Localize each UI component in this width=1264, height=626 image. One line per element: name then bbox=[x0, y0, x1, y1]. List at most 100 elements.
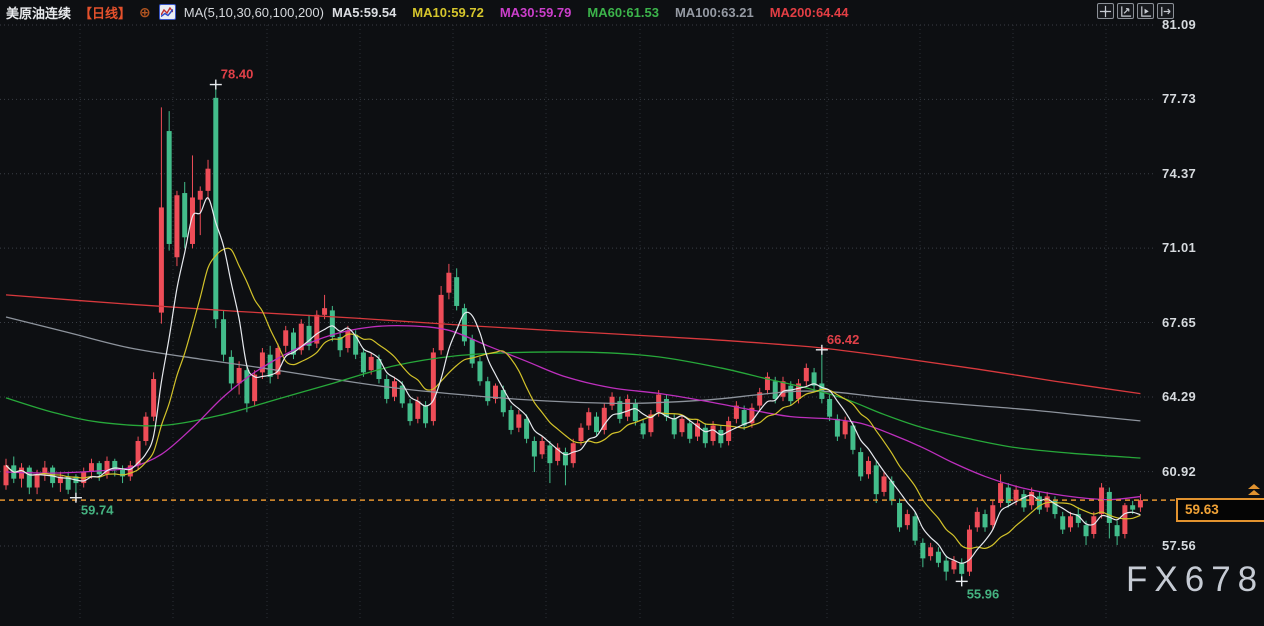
candle bbox=[392, 376, 397, 402]
candle bbox=[205, 159, 211, 200]
candle bbox=[897, 498, 903, 532]
candle bbox=[283, 325, 289, 353]
candle bbox=[904, 509, 910, 530]
candle bbox=[407, 398, 413, 426]
candle bbox=[213, 84, 219, 329]
candle bbox=[625, 394, 631, 422]
candle bbox=[19, 463, 25, 488]
candle bbox=[555, 443, 561, 466]
extreme-marker: 55.96 bbox=[955, 576, 999, 601]
candle bbox=[998, 474, 1004, 508]
candle bbox=[718, 425, 724, 448]
candle bbox=[757, 387, 763, 411]
axis-play-icon bbox=[1141, 5, 1152, 17]
candle bbox=[236, 361, 242, 395]
zoom-axis-play-button[interactable] bbox=[1137, 3, 1154, 19]
chart-header: 美原油连续 【日线】 ⊕ MA(5,10,30,60,100,200) MA5:5… bbox=[6, 2, 849, 22]
crosshair-button[interactable] bbox=[1097, 3, 1114, 19]
candle bbox=[912, 511, 918, 546]
candle bbox=[865, 456, 871, 479]
ma-value: MA100:63.21 bbox=[674, 4, 754, 20]
ma-params-label: MA(5,10,30,60,100,200) bbox=[183, 4, 324, 20]
y-axis-label: 74.37 bbox=[1162, 165, 1197, 181]
candle bbox=[827, 394, 833, 422]
crosshair-icon bbox=[1099, 5, 1112, 17]
candle bbox=[500, 385, 506, 417]
add-indicator-icon[interactable]: ⊕ bbox=[139, 5, 151, 19]
candle bbox=[329, 305, 335, 342]
extreme-price-label: 78.40 bbox=[221, 67, 254, 82]
ma-value: MA30:59.79 bbox=[499, 4, 572, 20]
candle bbox=[259, 348, 265, 380]
candle bbox=[982, 509, 988, 532]
candle bbox=[1036, 491, 1042, 515]
candle bbox=[749, 403, 755, 428]
symbol-name: 美原油连续 bbox=[6, 5, 72, 21]
candle bbox=[446, 263, 452, 300]
candle bbox=[127, 460, 133, 481]
ma-values: MA5:59.54 MA10:59.72 MA30:59.79 MA60:61.53 M… bbox=[332, 5, 849, 20]
ma-value: MA5:59.54 bbox=[331, 4, 397, 20]
candle bbox=[143, 412, 149, 446]
candle bbox=[42, 460, 48, 481]
candle bbox=[454, 268, 460, 311]
candle bbox=[547, 441, 553, 484]
candle bbox=[1060, 511, 1066, 534]
candle bbox=[609, 392, 615, 411]
pan-right-button[interactable] bbox=[1157, 3, 1174, 19]
candlestick-chart[interactable]: 78.40 59.74 66.42 55.96 bbox=[0, 0, 1264, 621]
ma-value: MA200:64.44 bbox=[769, 4, 849, 20]
candle bbox=[298, 319, 304, 355]
candle bbox=[1021, 489, 1027, 512]
candle bbox=[531, 436, 537, 473]
candle bbox=[764, 372, 770, 395]
candle bbox=[438, 286, 444, 355]
candle bbox=[493, 383, 499, 404]
candle bbox=[850, 421, 856, 455]
candle bbox=[65, 472, 71, 495]
candle bbox=[158, 107, 164, 324]
candle bbox=[966, 525, 972, 577]
candle bbox=[1122, 503, 1128, 539]
candle bbox=[733, 401, 739, 424]
candle bbox=[322, 294, 328, 320]
candle bbox=[166, 111, 172, 251]
candle bbox=[601, 403, 607, 435]
candle bbox=[360, 348, 366, 377]
candle bbox=[290, 328, 296, 360]
y-axis-label: 77.73 bbox=[1162, 91, 1197, 107]
zoom-axis-up-button[interactable] bbox=[1117, 3, 1134, 19]
candle bbox=[562, 447, 568, 486]
candle bbox=[819, 349, 825, 404]
candle bbox=[508, 405, 514, 435]
candles-layer bbox=[3, 84, 1143, 582]
extreme-price-label: 66.42 bbox=[827, 332, 860, 347]
candle bbox=[935, 547, 941, 568]
candle bbox=[1067, 511, 1073, 532]
extreme-price-label: 59.74 bbox=[81, 503, 114, 518]
candle bbox=[943, 556, 949, 581]
watermark: FX678 bbox=[1126, 560, 1264, 599]
candle bbox=[337, 332, 343, 357]
candle bbox=[151, 372, 157, 422]
period-label: 【日线】 bbox=[79, 5, 132, 21]
candle bbox=[88, 458, 94, 479]
candle bbox=[920, 538, 926, 568]
candle bbox=[951, 556, 957, 574]
extreme-marker: 59.74 bbox=[69, 492, 114, 518]
candle bbox=[306, 314, 312, 351]
candle bbox=[182, 181, 188, 249]
y-axis-label: 60.92 bbox=[1162, 463, 1197, 479]
ma-value: MA10:59.72 bbox=[412, 4, 484, 20]
exit-right-arrow-icon bbox=[1161, 6, 1171, 16]
y-axis-label: 81.09 bbox=[1162, 17, 1197, 32]
chart-toolbar bbox=[1097, 3, 1174, 19]
candle bbox=[811, 367, 817, 391]
indicator-settings-icon[interactable] bbox=[158, 4, 176, 20]
ma-value: MA60:61.53 bbox=[587, 4, 659, 20]
candle bbox=[384, 374, 390, 404]
candle bbox=[974, 507, 980, 532]
candle bbox=[695, 418, 701, 442]
candle bbox=[648, 410, 654, 437]
candle bbox=[594, 412, 600, 437]
